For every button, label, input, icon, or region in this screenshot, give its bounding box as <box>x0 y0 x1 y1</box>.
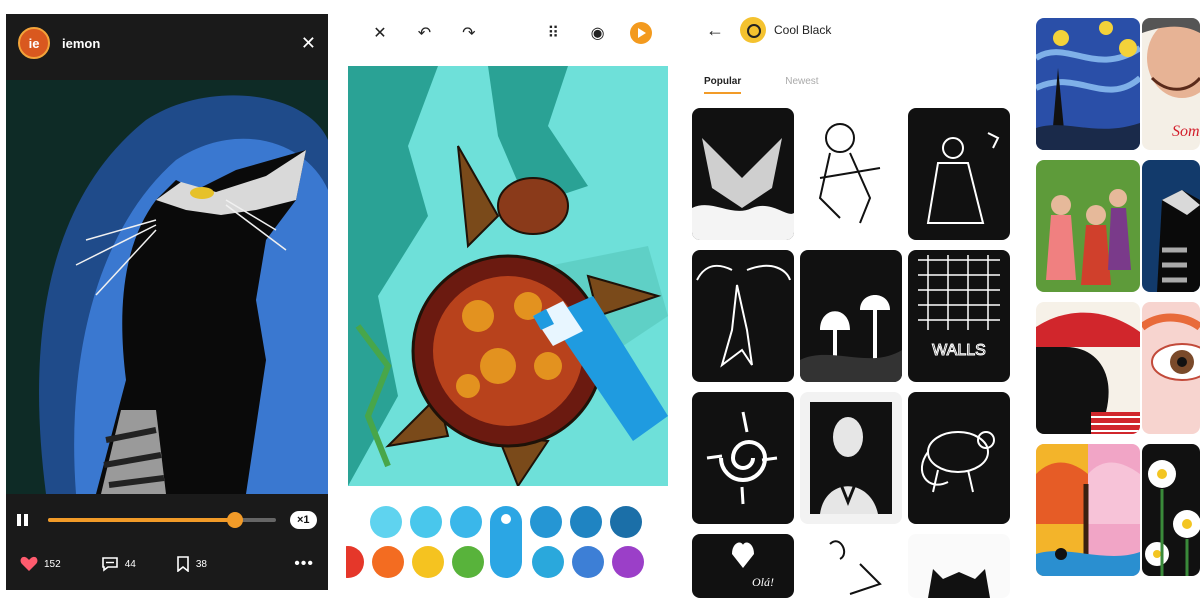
color-palette <box>346 500 670 590</box>
progress-track[interactable] <box>48 512 276 528</box>
replay-player-screen: ie iemon ✕ ×1 152 44 38 ••• <box>6 14 328 590</box>
artwork-thumb[interactable] <box>692 250 794 382</box>
save-button[interactable]: 38 <box>176 556 207 572</box>
speed-button[interactable]: ×1 <box>290 511 317 529</box>
color-swatch[interactable] <box>610 506 642 538</box>
player-actions: 152 44 38 ••• <box>6 544 328 584</box>
like-count: 152 <box>44 558 61 570</box>
color-swatch[interactable] <box>372 546 404 578</box>
artwork-thumb[interactable] <box>908 392 1010 524</box>
grid-icon[interactable]: ⠿ <box>541 23 565 43</box>
side-gallery-screen: Som <box>1030 0 1200 598</box>
pause-icon[interactable] <box>16 513 30 527</box>
channel-logo <box>740 17 766 43</box>
color-swatch[interactable] <box>572 546 604 578</box>
gallery-screen: ← Cool Black Popular Newest WALLS Olá! <box>686 0 1016 598</box>
artwork-thumb[interactable] <box>692 392 794 524</box>
color-swatch[interactable] <box>450 506 482 538</box>
artwork-thumb[interactable]: Olá! <box>692 534 794 598</box>
artwork-thumb[interactable] <box>1142 302 1200 434</box>
artwork-thumb[interactable] <box>1036 302 1140 434</box>
color-swatch[interactable] <box>412 546 444 578</box>
page-title: Cool Black <box>774 23 832 37</box>
color-swatch[interactable] <box>530 506 562 538</box>
color-swatch[interactable] <box>410 506 442 538</box>
avatar-initials: ie <box>28 35 40 51</box>
redo-icon[interactable]: ↷ <box>457 23 481 43</box>
coloring-toolbar: ✕ ↶ ↷ ⠿ ◉ <box>346 0 670 66</box>
tab-popular[interactable]: Popular <box>704 76 742 94</box>
playback-bar: ×1 <box>6 502 328 538</box>
color-swatch[interactable] <box>346 546 364 578</box>
close-icon[interactable]: ✕ <box>368 23 392 43</box>
play-icon[interactable] <box>629 22 652 44</box>
player-header: ie iemon ✕ <box>6 14 328 72</box>
comment-icon <box>101 557 118 572</box>
turtle-canvas[interactable] <box>348 66 668 486</box>
back-arrow-icon[interactable]: ← <box>706 20 724 41</box>
artwork-thumb[interactable] <box>1036 444 1140 576</box>
thumb-caption: WALLS <box>932 342 986 359</box>
artwork-thumb[interactable] <box>908 534 1010 598</box>
artwork-thumb[interactable] <box>800 392 902 524</box>
coloring-screen: ✕ ↶ ↷ ⠿ ◉ <box>346 0 670 598</box>
eye-icon[interactable]: ◉ <box>586 23 610 43</box>
bookmark-icon <box>177 556 189 572</box>
username[interactable]: iemon <box>62 36 301 51</box>
avatar[interactable]: ie <box>18 27 50 59</box>
thumb-caption: Som <box>1172 123 1200 140</box>
artwork-thumb[interactable] <box>908 108 1010 240</box>
artwork-thumb[interactable] <box>692 108 794 240</box>
save-count: 38 <box>195 558 207 570</box>
comment-count: 44 <box>124 558 136 570</box>
color-swatch[interactable] <box>532 546 564 578</box>
selected-color-swatch[interactable] <box>490 506 522 578</box>
close-icon[interactable]: ✕ <box>301 33 316 54</box>
more-icon[interactable]: ••• <box>294 555 314 573</box>
thumb-caption: Olá! <box>752 575 774 589</box>
artwork-thumb[interactable] <box>1142 444 1200 576</box>
comment-button[interactable]: 44 <box>101 556 136 572</box>
gallery-tabs: Popular Newest <box>704 76 863 94</box>
undo-icon[interactable]: ↶ <box>412 23 436 43</box>
artwork-thumb[interactable] <box>800 108 902 240</box>
artwork-thumb[interactable] <box>800 250 902 382</box>
artwork-thumb[interactable] <box>800 534 902 598</box>
tab-newest[interactable]: Newest <box>785 76 818 94</box>
artwork-thumb[interactable] <box>1036 18 1140 150</box>
artwork-thumb[interactable] <box>1142 160 1200 292</box>
progress-fill <box>48 518 235 522</box>
artwork-thumb[interactable]: WALLS <box>908 250 1010 382</box>
color-swatch[interactable] <box>570 506 602 538</box>
color-swatch[interactable] <box>452 546 484 578</box>
color-swatch[interactable] <box>370 506 402 538</box>
progress-knob[interactable] <box>226 512 243 528</box>
cat-artwork <box>6 80 328 494</box>
heart-icon <box>20 556 38 571</box>
like-button[interactable]: 152 <box>20 556 61 572</box>
cat-eye <box>190 187 214 199</box>
selected-indicator <box>501 514 511 524</box>
gallery-header: ← Cool Black <box>686 0 1016 60</box>
artwork-thumb[interactable] <box>1036 160 1140 292</box>
color-swatch[interactable] <box>612 546 644 578</box>
artwork-thumb[interactable]: Som <box>1142 18 1200 150</box>
